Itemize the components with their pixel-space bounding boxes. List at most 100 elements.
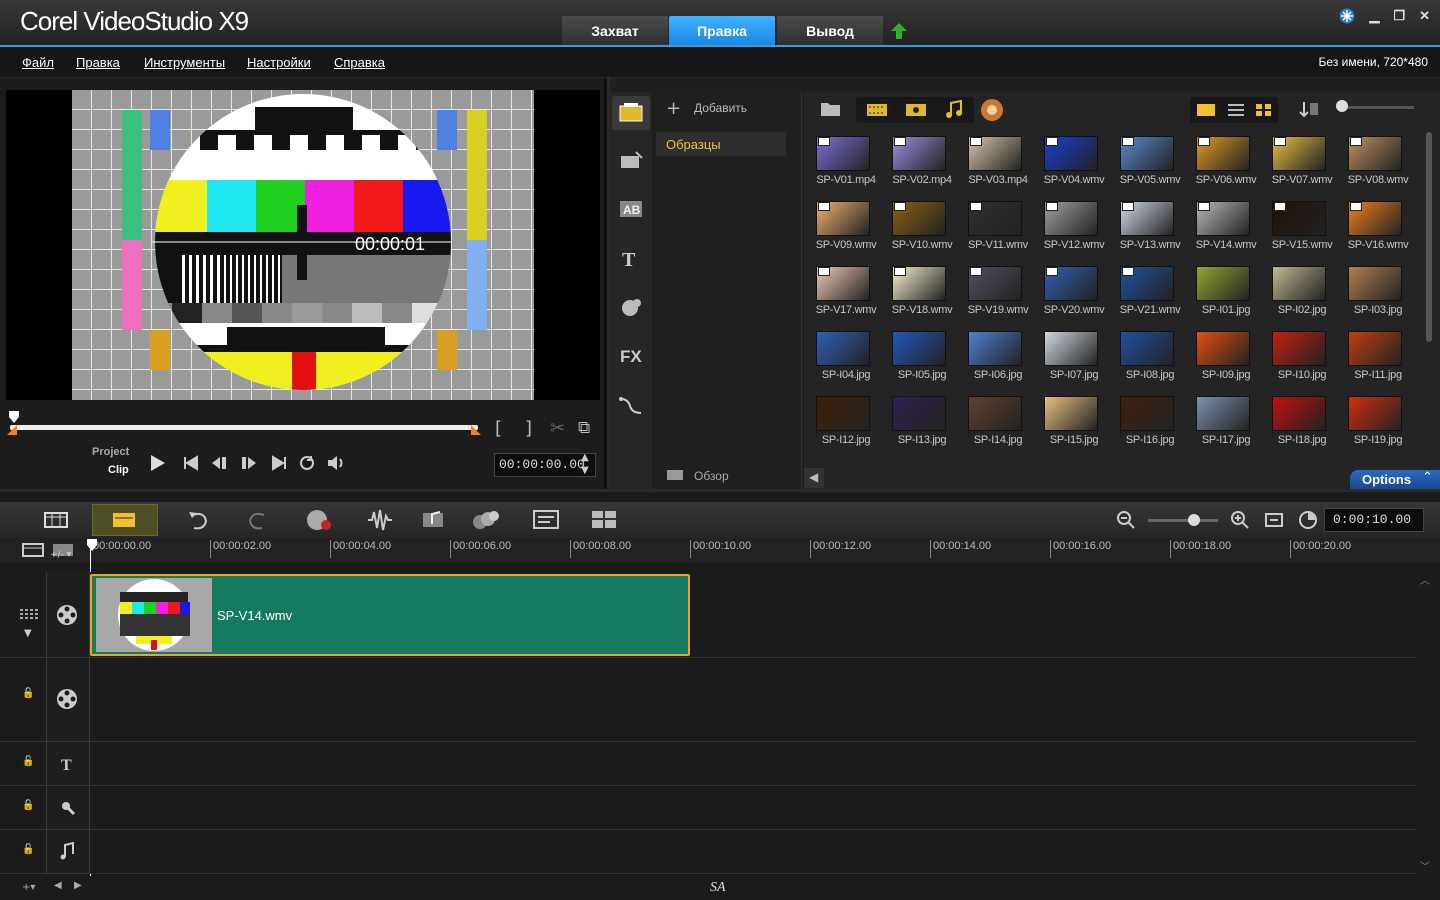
library-thumb[interactable]: SP-I17.jpg <box>1188 390 1264 455</box>
library-thumb[interactable]: SP-V05.wmv <box>1112 130 1188 195</box>
mark-out-handle[interactable] <box>470 424 482 436</box>
motion-tracking-icon[interactable] <box>470 508 500 532</box>
title-track-lock-icon[interactable]: 🔓 <box>22 756 34 767</box>
project-duration[interactable]: 0:00:10.00 <box>1324 508 1424 532</box>
library-thumb[interactable]: SP-I18.jpg <box>1264 390 1340 455</box>
menu-settings[interactable]: Настройки <box>247 55 311 70</box>
view-list-icon[interactable] <box>1226 102 1246 118</box>
timeline-playhead[interactable] <box>86 538 98 552</box>
timeline-clip[interactable]: SP-V14.wmv <box>90 574 690 656</box>
menu-edit[interactable]: Правка <box>76 55 120 70</box>
open-folder-icon[interactable] <box>820 100 842 118</box>
track-options-icon[interactable]: ▼ <box>24 628 32 639</box>
browse-label[interactable]: Обзор <box>694 469 729 483</box>
library-thumb[interactable]: SP-I11.jpg <box>1340 325 1416 390</box>
time-ruler[interactable]: 00:00:00.00 00:00:02.00 00:00:04.00 00:00:0… <box>0 538 1440 562</box>
redo-icon[interactable] <box>246 508 270 532</box>
title-icon[interactable]: T <box>618 248 644 270</box>
library-thumb[interactable]: SP-V13.wmv <box>1112 195 1188 260</box>
library-thumb[interactable]: SP-I03.jpg <box>1340 260 1416 325</box>
library-thumb[interactable]: SP-I05.jpg <box>884 325 960 390</box>
library-thumb[interactable]: SP-V15.wmv <box>1264 195 1340 260</box>
close-icon[interactable]: ✕ <box>1419 8 1430 24</box>
library-thumb[interactable]: SP-V18.wmv <box>884 260 960 325</box>
next-frame-icon[interactable] <box>240 454 262 472</box>
music-track-lock-icon[interactable]: 🔓 <box>22 844 34 855</box>
library-thumb[interactable]: SP-V16.wmv <box>1340 195 1416 260</box>
voice-track[interactable]: 🔓 <box>0 786 1416 830</box>
go-start-icon[interactable] <box>182 454 200 472</box>
library-thumb[interactable]: SP-V07.wmv <box>1264 130 1340 195</box>
playhead-marker[interactable] <box>8 410 20 424</box>
menu-help[interactable]: Справка <box>334 55 385 70</box>
library-scrollbar[interactable] <box>1426 132 1432 342</box>
split-clip-icon[interactable]: ✂ <box>550 418 565 439</box>
options-button[interactable]: Options ⌃ <box>1350 470 1440 489</box>
filter-photo-icon[interactable] <box>905 102 927 118</box>
preview-window[interactable]: 00:00:01 <box>6 90 600 400</box>
storyboard-view-icon[interactable] <box>44 510 68 530</box>
media-icon[interactable] <box>618 102 644 124</box>
library-thumb[interactable]: SP-I06.jpg <box>960 325 1036 390</box>
timeline-options-icon[interactable]: +▾ <box>22 882 35 893</box>
folder-samples[interactable]: Образцы <box>656 132 786 156</box>
zoom-out-icon[interactable] <box>1116 510 1136 530</box>
overlay-track[interactable]: 🔓 <box>0 658 1416 742</box>
library-thumb[interactable]: SP-I08.jpg <box>1112 325 1188 390</box>
add-folder-icon[interactable]: + <box>666 98 681 119</box>
library-thumb[interactable]: SP-V01.mp4 <box>808 130 884 195</box>
mode-project[interactable]: Project <box>92 446 129 458</box>
play-icon[interactable] <box>146 452 168 474</box>
library-thumb[interactable]: SP-I19.jpg <box>1340 390 1416 455</box>
track-add-icon[interactable]: +/- ▾ <box>50 550 71 560</box>
library-thumb[interactable]: SP-V03.mp4 <box>960 130 1036 195</box>
library-thumb[interactable]: SP-V20.wmv <box>1036 260 1112 325</box>
graphic-icon[interactable] <box>618 296 644 318</box>
library-thumb[interactable]: SP-V14.wmv <box>1188 195 1264 260</box>
music-track[interactable]: 🔓 <box>0 830 1416 874</box>
volume-icon[interactable] <box>326 454 346 472</box>
timeline-zoom-handle[interactable] <box>1188 514 1200 526</box>
undo-icon[interactable] <box>186 508 210 532</box>
timeline-vscroll[interactable]: ︿ ﹀ <box>1418 572 1434 873</box>
mode-clip[interactable]: Clip <box>108 464 129 476</box>
library-thumb[interactable]: SP-I16.jpg <box>1112 390 1188 455</box>
sort-icon[interactable] <box>1298 100 1320 120</box>
record-capture-icon[interactable] <box>304 507 334 533</box>
filter-icon[interactable]: FX <box>618 344 644 366</box>
view-grid-icon[interactable] <box>1254 102 1274 118</box>
minimize-icon[interactable]: ▁ <box>1369 8 1379 24</box>
library-thumb[interactable]: SP-I04.jpg <box>808 325 884 390</box>
timecode-down-icon[interactable]: ▼ <box>581 465 589 476</box>
track-manager-icon[interactable] <box>22 542 46 558</box>
library-thumb[interactable]: SP-V21.wmv <box>1112 260 1188 325</box>
tab-capture[interactable]: Захват <box>562 16 668 46</box>
title-track[interactable]: T 🔓 <box>0 742 1416 786</box>
fit-project-icon[interactable] <box>1264 510 1284 530</box>
scroll-left-icon[interactable]: ◀ <box>54 880 62 891</box>
library-thumb[interactable]: SP-V12.wmv <box>1036 195 1112 260</box>
thumb-size-handle[interactable] <box>1336 100 1348 112</box>
tab-share[interactable]: Вывод <box>777 16 883 46</box>
library-thumb[interactable]: SP-I15.jpg <box>1036 390 1112 455</box>
repeat-icon[interactable] <box>298 454 316 472</box>
sound-mixer-icon[interactable] <box>366 508 394 532</box>
go-end-icon[interactable] <box>270 454 288 472</box>
view-thumbnail-icon[interactable] <box>1196 102 1216 118</box>
timeline-zoom-slider[interactable] <box>1148 519 1218 522</box>
add-folder-label[interactable]: Добавить <box>694 101 747 115</box>
transition-icon[interactable]: AB <box>618 198 644 220</box>
library-thumb[interactable]: SP-I02.jpg <box>1264 260 1340 325</box>
timecode-up-icon[interactable]: ▲ <box>581 452 589 463</box>
scroll-right-icon[interactable]: ▶ <box>74 880 82 891</box>
library-thumb[interactable]: SP-V11.wmv <box>960 195 1036 260</box>
library-thumb[interactable]: SP-I14.jpg <box>960 390 1036 455</box>
overlay-track-lock-icon[interactable]: 🔓 <box>22 688 34 699</box>
subtitle-editor-icon[interactable] <box>532 508 560 532</box>
library-thumb[interactable]: SP-V10.wmv <box>884 195 960 260</box>
tab-edit[interactable]: Правка <box>669 16 775 46</box>
content-icon[interactable] <box>980 98 1004 122</box>
library-thumb[interactable]: SP-I01.jpg <box>1188 260 1264 325</box>
voice-track-lock-icon[interactable]: 🔓 <box>22 800 34 811</box>
maximize-icon[interactable]: ❐ <box>1393 8 1405 24</box>
